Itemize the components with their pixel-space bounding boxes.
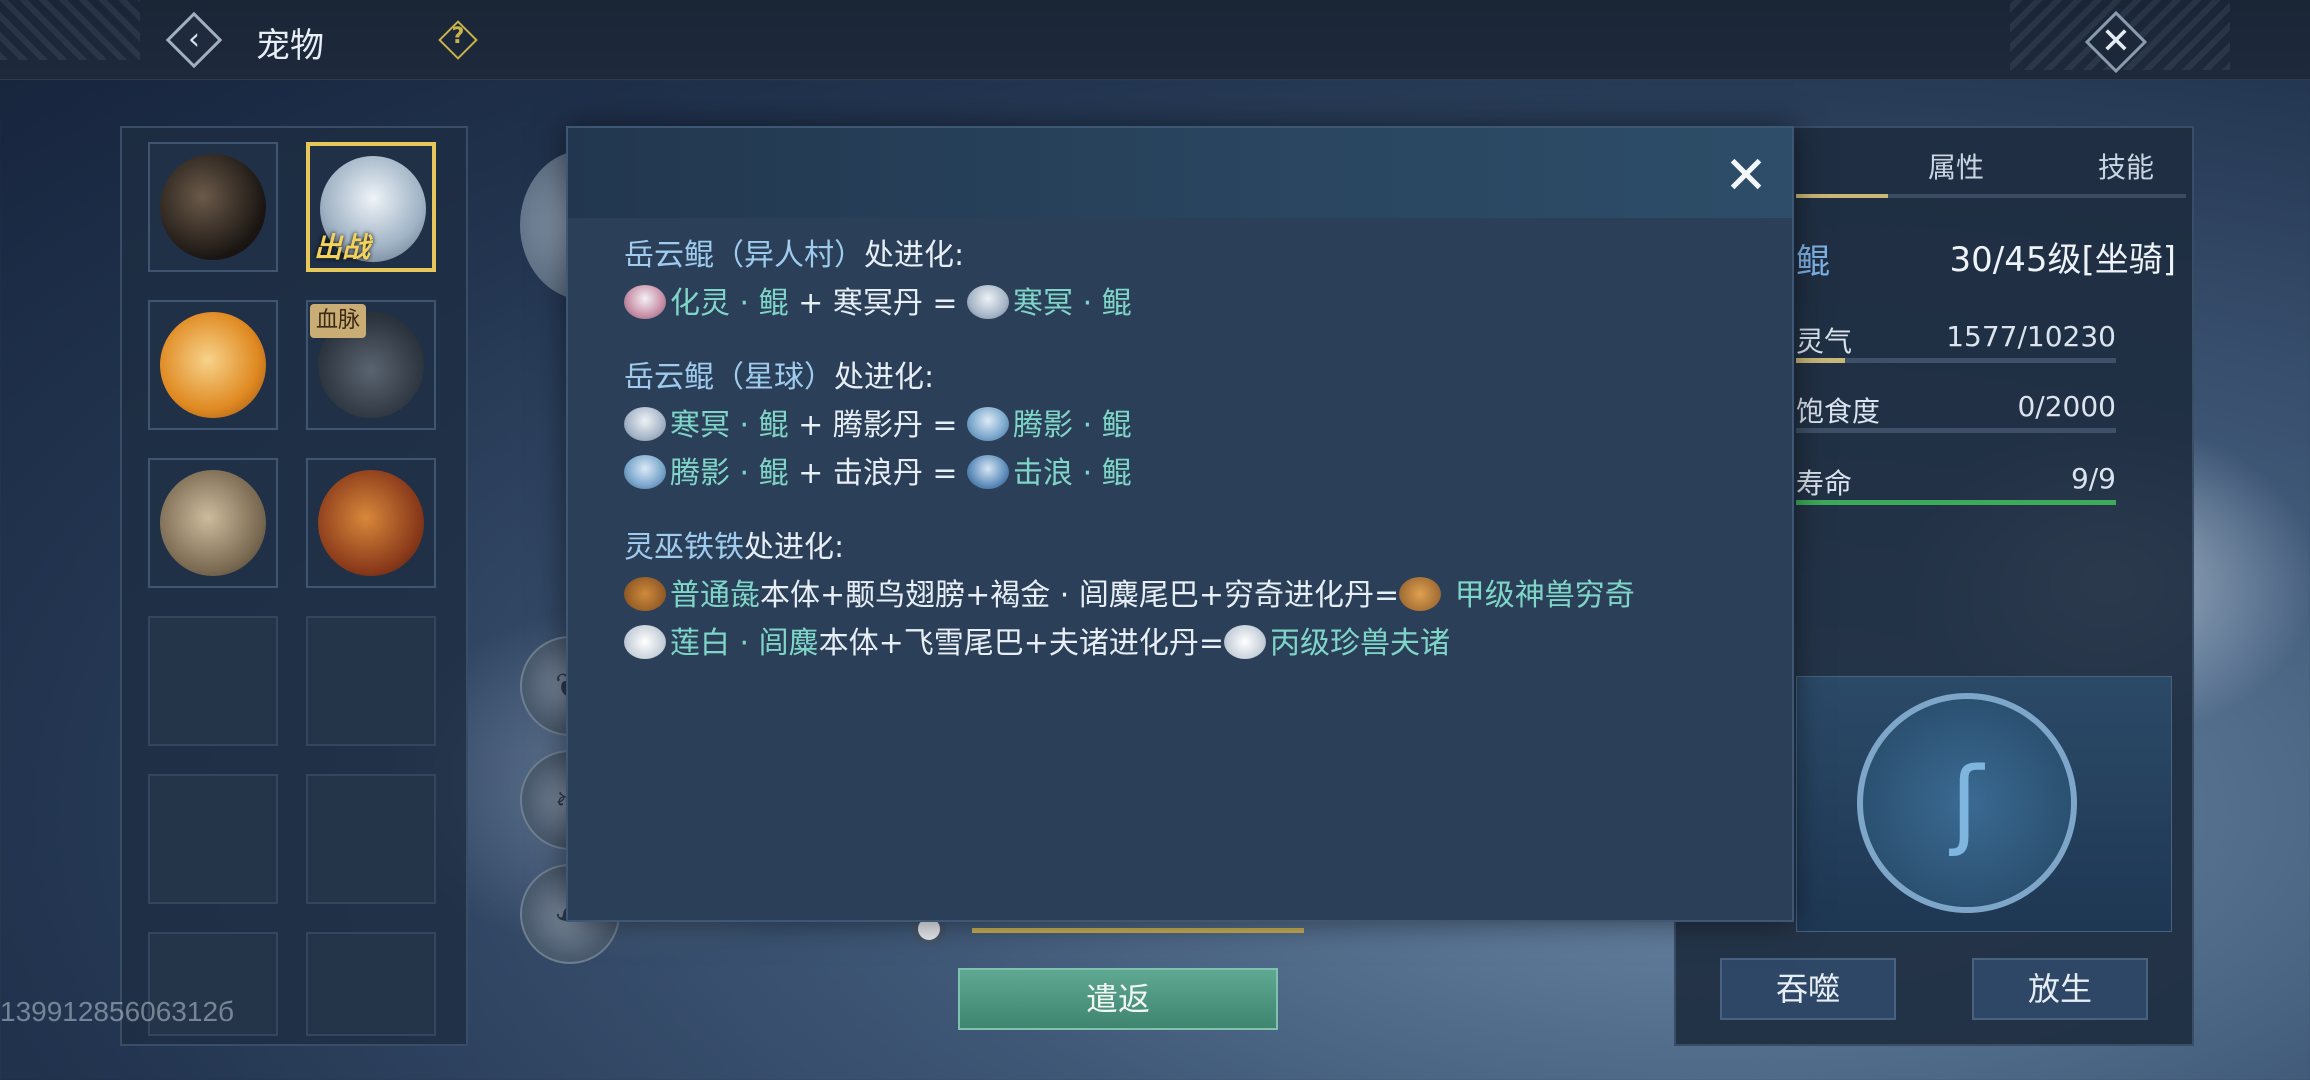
pet-slot[interactable] <box>306 458 436 588</box>
deployed-badge: 出战 <box>314 231 371 264</box>
pet-slot[interactable]: 血脉 <box>306 300 436 430</box>
close-x-icon: ✕ <box>2100 21 2132 62</box>
back-button[interactable]: ‹ <box>160 6 228 74</box>
evolution-info-dialog: ✕ 岳云鲲（异人村）处进化: 化灵 · 鲲 + 寒冥丹 = 寒冥 · 鲲 岳云鲲… <box>566 126 1794 922</box>
bloodline-badge: 血脉 <box>310 304 367 338</box>
stat-label: 饱食度 <box>1796 395 1881 428</box>
help-button[interactable]: ? <box>436 18 480 62</box>
stat-value: 9/9 <box>2070 462 2116 495</box>
section-title-location: 岳云鲲（异人村） <box>624 238 864 273</box>
section-title-suffix: 处进化: <box>744 530 845 565</box>
pet-slot-empty[interactable] <box>306 616 436 746</box>
section-title-suffix: 处进化: <box>834 360 935 395</box>
pet-icon <box>624 625 666 659</box>
pet-portrait-horse <box>160 154 266 260</box>
pet-icon <box>624 407 666 441</box>
top-bar: ‹ 宠物 ? ✕ <box>0 0 2310 80</box>
pet-icon <box>967 407 1010 441</box>
recipe-formula: + 击浪丹 = <box>788 456 968 491</box>
dialog-close-button[interactable]: ✕ <box>1718 148 1774 204</box>
pet-name: 鲲 <box>1796 242 1830 282</box>
dismiss-button[interactable]: 遣返 <box>958 968 1278 1030</box>
stat-bar-fill <box>1796 358 1846 363</box>
section-title: 灵巫铁铁处进化: <box>624 524 1764 572</box>
pet-level: 30/45级[坐骑] <box>1949 240 2176 280</box>
evolution-recipe-row: 莲白 · 闾麋本体+飞雪尾巴+夫诸进化丹= 丙级珍兽夫诸 <box>624 620 1764 668</box>
pet-icon <box>1399 577 1442 611</box>
recipe-formula: 本体+飞雪尾巴+夫诸进化丹= <box>818 626 1225 661</box>
evolution-recipe-row: 腾影 · 鲲 + 击浪丹 = 击浪 · 鲲 <box>624 450 1764 498</box>
pet-icon <box>967 285 1010 319</box>
recipe-formula: + 腾影丹 = <box>788 408 968 443</box>
pet-icon <box>624 455 666 489</box>
recipe-result-pet: 甲级神兽穷奇 <box>1445 578 1635 613</box>
section-title-suffix: 处进化: <box>864 238 965 273</box>
pet-slot[interactable] <box>148 300 278 430</box>
pet-slot-empty[interactable] <box>148 616 278 746</box>
back-chevron-icon: ‹ <box>188 22 200 57</box>
stat-bar <box>1796 358 2116 363</box>
section-title: 岳云鲲（星球）处进化: <box>624 354 1764 402</box>
pet-icon <box>624 285 666 319</box>
stat-value: 1577/10230 <box>1946 320 2116 353</box>
page-title: 宠物 <box>256 27 324 65</box>
pet-slot-empty[interactable] <box>148 774 278 904</box>
section-title-location: 灵巫铁铁 <box>624 530 744 565</box>
recipe-result-pet: 丙级珍兽夫诸 <box>1270 626 1451 661</box>
recipe-source-pet: 寒冥 · 鲲 <box>670 408 789 443</box>
close-page-button[interactable]: ✕ <box>2080 6 2152 78</box>
tab-active-indicator <box>1796 194 1888 198</box>
question-mark-icon: ? <box>451 24 465 49</box>
evolution-recipe-row: 寒冥 · 鲲 + 腾影丹 = 腾影 · 鲲 <box>624 402 1764 450</box>
pet-slot-empty[interactable] <box>306 774 436 904</box>
recipe-formula: 本体+颙鸟翅膀+褐金 · 闾麋尾巴+穷奇进化丹= <box>760 578 1400 613</box>
recipe-result-pet: 寒冥 · 鲲 <box>1013 286 1132 321</box>
pet-slot-empty[interactable] <box>306 932 436 1036</box>
devour-button[interactable]: 吞噬 <box>1720 958 1896 1020</box>
section-title-location: 岳云鲲（星球） <box>624 360 834 395</box>
recipe-source-pet: 普通彘 <box>670 578 760 613</box>
recipe-result-pet: 腾影 · 鲲 <box>1013 408 1132 443</box>
pet-emblem: ʃ <box>1796 676 2172 932</box>
pet-icon <box>967 455 1010 489</box>
pet-list-panel: 出战 血脉 <box>120 126 468 1046</box>
stat-label: 寿命 <box>1796 467 1853 500</box>
recipe-formula: + 寒冥丹 = <box>788 286 968 321</box>
stat-bar <box>1796 500 2116 505</box>
stat-value: 0/2000 <box>2017 390 2116 423</box>
section-title: 岳云鲲（异人村）处进化: <box>624 232 1764 280</box>
stat-bar-fill <box>1796 500 2116 505</box>
recipe-source-pet: 腾影 · 鲲 <box>670 456 789 491</box>
pet-slot[interactable] <box>148 142 278 272</box>
evolution-recipe-row: 普通彘本体+颙鸟翅膀+褐金 · 闾麋尾巴+穷奇进化丹= 甲级神兽穷奇 <box>624 572 1764 620</box>
evolution-recipe-row: 化灵 · 鲲 + 寒冥丹 = 寒冥 · 鲲 <box>624 280 1764 328</box>
pet-icon <box>624 577 666 611</box>
recipe-source-pet: 化灵 · 鲲 <box>670 286 789 321</box>
emblem-ring: ʃ <box>1857 693 2077 913</box>
pet-portrait-eagle <box>318 470 424 576</box>
recipe-result-pet: 击浪 · 鲲 <box>1013 456 1132 491</box>
close-x-icon: ✕ <box>1724 146 1768 206</box>
dialog-body: 岳云鲲（异人村）处进化: 化灵 · 鲲 + 寒冥丹 = 寒冥 · 鲲 岳云鲲（星… <box>624 232 1764 668</box>
tab-attributes[interactable]: 属性 <box>1876 138 2036 198</box>
pet-portrait-fox <box>160 312 266 418</box>
dragon-glyph-icon: ʃ <box>1950 747 1984 859</box>
tab-skills[interactable]: 技能 <box>2046 138 2206 198</box>
recipe-source-pet: 莲白 · 闾麋 <box>670 626 819 661</box>
release-button[interactable]: 放生 <box>1972 958 2148 1020</box>
pet-slot-selected[interactable]: 出战 <box>306 142 436 272</box>
pet-portrait-horned <box>160 470 266 576</box>
progress-line <box>972 928 1304 933</box>
header-decoration <box>0 0 140 60</box>
user-id-watermark: 13991285606312б <box>0 996 235 1027</box>
pet-slot[interactable] <box>148 458 278 588</box>
stat-label: 灵气 <box>1796 325 1853 358</box>
dialog-header <box>568 128 1792 218</box>
stat-bar <box>1796 428 2116 433</box>
pet-icon <box>1224 625 1267 659</box>
